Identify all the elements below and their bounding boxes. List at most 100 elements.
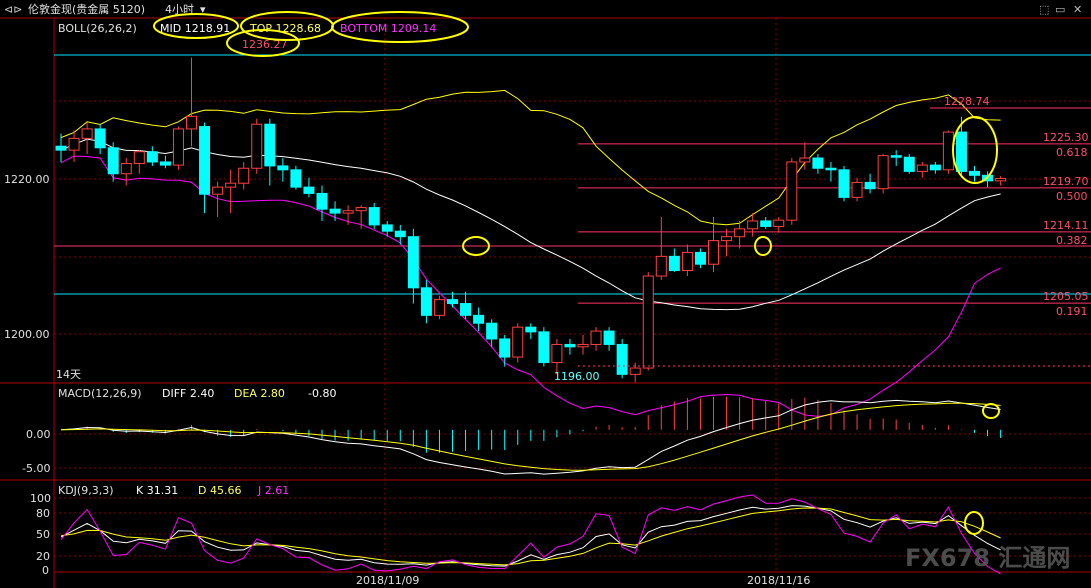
- candle-body-down: [499, 338, 511, 358]
- macd-tick-0: 0.00: [26, 428, 51, 441]
- candle-body-up: [81, 128, 93, 139]
- candle-body-down: [55, 145, 67, 151]
- candle-body-down: [812, 157, 824, 169]
- low-price-label: 1196.00: [554, 370, 600, 383]
- candle-body-up: [251, 123, 263, 169]
- candle-body-up: [708, 240, 719, 265]
- candle-body-up: [577, 343, 589, 348]
- candle-body-down: [277, 165, 289, 171]
- candle-body-up: [590, 330, 602, 345]
- fib-level-value: 1214.11: [1043, 219, 1089, 232]
- candle-body-up: [172, 128, 184, 166]
- kdj-tick-0: 0: [42, 564, 49, 577]
- candle-body-down: [146, 151, 158, 163]
- price-tick-1220: 1220.00: [4, 173, 50, 186]
- candle-body-up: [512, 326, 524, 358]
- candle-body-down: [955, 131, 967, 172]
- candle-body-down: [929, 164, 941, 171]
- candle-body-up: [133, 151, 145, 165]
- candle-body-up: [433, 299, 445, 316]
- kdj-tick-100: 100: [30, 492, 51, 505]
- candle-body-up: [799, 157, 811, 163]
- candle-body-down: [564, 343, 576, 348]
- candle-body-up: [721, 236, 733, 242]
- candle-body-down: [538, 331, 550, 364]
- candle-body-down: [447, 299, 458, 305]
- kdj-d-value: D 45.66: [198, 484, 241, 497]
- candle-body-down: [864, 181, 876, 190]
- candle-body-down: [381, 224, 393, 232]
- candle-body-down: [199, 126, 211, 195]
- candle-body-up: [773, 219, 785, 227]
- price-tick-1200: 1200.00: [4, 328, 50, 341]
- candle-body-up: [681, 251, 693, 272]
- kdj-tick-80: 80: [36, 507, 50, 520]
- candle-body-down: [159, 161, 171, 166]
- back-forward-icon[interactable]: ⊲⊳: [4, 3, 22, 16]
- candle-body-down: [329, 208, 341, 214]
- candle-body-up: [186, 115, 197, 130]
- candle-body-up: [734, 228, 746, 238]
- fib-level-value: 1219.70: [1043, 175, 1089, 188]
- candle-body-down: [394, 230, 406, 238]
- fib-ratio-label: 0.500: [1056, 190, 1088, 203]
- candle-body-down: [420, 287, 432, 316]
- candle-body-up: [995, 177, 1007, 182]
- candle-body-up: [212, 186, 224, 195]
- candle-body-down: [668, 255, 680, 272]
- macd-tick-minus5: -5.00: [22, 462, 50, 475]
- fib-ratio-label: 0.382: [1056, 234, 1088, 247]
- candle-body-up: [942, 131, 954, 171]
- boll-mid-value: MID 1218.91: [160, 22, 230, 35]
- right-high-label: 1228.74: [944, 95, 990, 108]
- candle-body-down: [603, 330, 615, 345]
- candle-body-down: [460, 303, 472, 316]
- candle-body-up: [355, 207, 367, 212]
- candle-body-down: [290, 169, 302, 188]
- candle-body-up: [68, 137, 80, 151]
- candle-body-down: [838, 169, 850, 198]
- macd-hist-value: -0.80: [308, 387, 336, 400]
- candle-body-up: [655, 255, 667, 277]
- kdj-j-value: J 2.61: [257, 484, 289, 497]
- macd-label[interactable]: MACD(12,26,9): [58, 387, 142, 400]
- candle-body-up: [851, 181, 863, 198]
- candle-body-up: [238, 167, 250, 184]
- candle-body-down: [969, 170, 980, 176]
- fib-level-value: 1225.30: [1043, 131, 1089, 144]
- candle-body-up: [747, 220, 759, 230]
- candle-body-down: [473, 314, 485, 324]
- candle-body-down: [616, 343, 628, 375]
- chart-canvas[interactable]: 1225.30 0.618 1219.70 0.500 1214.11 0.382 1205…: [0, 0, 1091, 588]
- candle-body-up: [551, 343, 563, 364]
- window-icon[interactable]: ▭: [1055, 3, 1065, 16]
- candle-body-down: [316, 192, 328, 210]
- fib-ratio-label: 0.618: [1056, 146, 1088, 159]
- fib-ratio-label: 0.191: [1056, 305, 1088, 318]
- candle-body-up: [642, 275, 654, 369]
- candle-body-down: [890, 155, 902, 158]
- candle-body-down: [525, 326, 537, 333]
- close-icon[interactable]: ✕: [1073, 3, 1082, 16]
- candle-body-down: [368, 207, 380, 226]
- candle-body-up: [342, 210, 354, 214]
- candle-body-up: [786, 161, 798, 221]
- restore-icon[interactable]: ⬚: [1039, 3, 1049, 16]
- candle-body-down: [760, 220, 772, 227]
- macd-dea-value: DEA 2.80: [234, 387, 285, 400]
- boll-label[interactable]: BOLL(26,26,2): [58, 22, 137, 35]
- instrument-title: 伦敦金现(贵金属 5120): [28, 2, 145, 16]
- candle-body-down: [486, 322, 498, 340]
- date-label-1116: 2018/11/16: [747, 574, 810, 587]
- kdj-tick-20: 20: [36, 550, 50, 563]
- span-label: 14天: [56, 368, 81, 381]
- boll-bottom-value: BOTTOM 1209.14: [340, 22, 436, 35]
- kdj-label[interactable]: KDJ(9,3,3): [58, 484, 114, 497]
- fib-level-value: 1205.05: [1043, 290, 1089, 303]
- candle-body-down: [407, 236, 419, 289]
- candle-body-down: [694, 251, 706, 265]
- kdj-k-value: K 31.31: [136, 484, 178, 497]
- candle-body-up: [225, 182, 237, 188]
- date-label-1109: 2018/11/09: [356, 574, 419, 587]
- candle-body-down: [264, 123, 276, 167]
